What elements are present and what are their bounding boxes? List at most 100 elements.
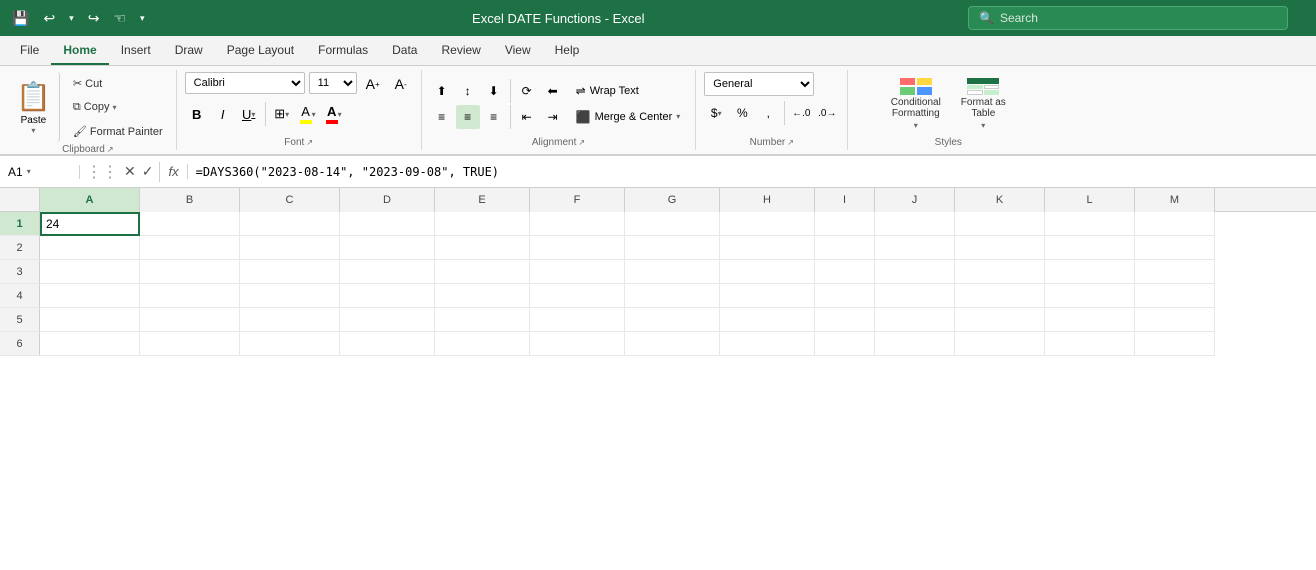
cell-a3[interactable]: [40, 260, 140, 284]
conditional-formatting-button[interactable]: ConditionalFormatting ▾: [883, 74, 949, 134]
decrease-font-button[interactable]: A-: [389, 72, 413, 96]
cell-l3[interactable]: [1045, 260, 1135, 284]
cell-h3[interactable]: [720, 260, 815, 284]
undo-button[interactable]: ↩: [39, 8, 59, 29]
cell-g1[interactable]: [625, 212, 720, 236]
col-header-a[interactable]: A: [40, 188, 140, 212]
number-format-select[interactable]: General Number Currency Accounting Date …: [704, 72, 814, 96]
cell-f6[interactable]: [530, 332, 625, 356]
cell-b1[interactable]: [140, 212, 240, 236]
cell-c2[interactable]: [240, 236, 340, 260]
italic-button[interactable]: I: [211, 102, 235, 126]
cell-k6[interactable]: [955, 332, 1045, 356]
tab-review[interactable]: Review: [429, 37, 492, 65]
cell-b6[interactable]: [140, 332, 240, 356]
tab-file[interactable]: File: [8, 37, 51, 65]
cell-m5[interactable]: [1135, 308, 1215, 332]
increase-indent-button[interactable]: ⇥: [541, 105, 565, 129]
cell-d6[interactable]: [340, 332, 435, 356]
formula-cancel-icon[interactable]: ✕: [124, 163, 136, 180]
tab-formulas[interactable]: Formulas: [306, 37, 380, 65]
cell-g3[interactable]: [625, 260, 720, 284]
border-button[interactable]: ⊞ ▾: [270, 102, 294, 126]
cell-e1[interactable]: [435, 212, 530, 236]
cell-k5[interactable]: [955, 308, 1045, 332]
col-header-h[interactable]: H: [720, 188, 815, 212]
cell-k3[interactable]: [955, 260, 1045, 284]
col-header-c[interactable]: C: [240, 188, 340, 212]
cell-j3[interactable]: [875, 260, 955, 284]
align-left-button[interactable]: ≡: [430, 105, 454, 129]
cell-m3[interactable]: [1135, 260, 1215, 284]
cell-l1[interactable]: [1045, 212, 1135, 236]
cell-j1[interactable]: [875, 212, 955, 236]
cell-c5[interactable]: [240, 308, 340, 332]
tab-help[interactable]: Help: [543, 37, 592, 65]
currency-button[interactable]: $▾: [704, 101, 728, 125]
fill-color-button[interactable]: A ▾: [296, 102, 320, 126]
cell-i4[interactable]: [815, 284, 875, 308]
search-input[interactable]: [1000, 11, 1277, 25]
cell-c3[interactable]: [240, 260, 340, 284]
increase-font-button[interactable]: A+: [361, 72, 385, 96]
number-expand-icon[interactable]: ↗: [787, 138, 794, 147]
percent-button[interactable]: %: [730, 101, 754, 125]
cell-d3[interactable]: [340, 260, 435, 284]
font-color-button[interactable]: A ▾: [322, 102, 346, 126]
row-num-3[interactable]: 3: [0, 260, 40, 284]
tab-view[interactable]: View: [493, 37, 543, 65]
col-header-k[interactable]: K: [955, 188, 1045, 212]
font-size-select[interactable]: 11 8910 121416: [309, 72, 357, 94]
cell-a4[interactable]: [40, 284, 140, 308]
select-all-button[interactable]: [0, 188, 40, 212]
tab-draw[interactable]: Draw: [163, 37, 215, 65]
decrease-indent-button[interactable]: ⇤: [515, 105, 539, 129]
touch-mode-button[interactable]: ☜: [109, 8, 130, 29]
align-bottom-button[interactable]: ⬇: [482, 79, 506, 103]
undo-dropdown[interactable]: ▾: [65, 11, 78, 26]
cell-ref-dropdown[interactable]: ▾: [27, 167, 31, 176]
save-button[interactable]: 💾: [8, 8, 33, 29]
col-header-i[interactable]: I: [815, 188, 875, 212]
cell-l6[interactable]: [1045, 332, 1135, 356]
alignment-expand-icon[interactable]: ↗: [578, 138, 585, 147]
cell-e3[interactable]: [435, 260, 530, 284]
cell-h2[interactable]: [720, 236, 815, 260]
cell-a2[interactable]: [40, 236, 140, 260]
col-header-d[interactable]: D: [340, 188, 435, 212]
format-painter-button[interactable]: 🖌 Format Painter: [68, 120, 168, 142]
formula-fx-label[interactable]: fx: [160, 164, 187, 179]
comma-button[interactable]: ,: [756, 101, 780, 125]
cell-e5[interactable]: [435, 308, 530, 332]
text-direction-button[interactable]: ⟳: [515, 79, 539, 103]
tab-insert[interactable]: Insert: [109, 37, 163, 65]
cell-m2[interactable]: [1135, 236, 1215, 260]
cell-j2[interactable]: [875, 236, 955, 260]
col-header-j[interactable]: J: [875, 188, 955, 212]
cell-j4[interactable]: [875, 284, 955, 308]
cell-i2[interactable]: [815, 236, 875, 260]
cell-b3[interactable]: [140, 260, 240, 284]
cell-g6[interactable]: [625, 332, 720, 356]
row-num-6[interactable]: 6: [0, 332, 40, 356]
bold-button[interactable]: B: [185, 102, 209, 126]
cell-i5[interactable]: [815, 308, 875, 332]
merge-center-button[interactable]: ⬛ Merge & Center ▾: [569, 105, 688, 129]
format-as-table-button[interactable]: Format asTable ▾: [953, 74, 1014, 134]
cell-d1[interactable]: [340, 212, 435, 236]
row-num-4[interactable]: 4: [0, 284, 40, 308]
cell-i6[interactable]: [815, 332, 875, 356]
col-header-e[interactable]: E: [435, 188, 530, 212]
cell-e4[interactable]: [435, 284, 530, 308]
cell-k1[interactable]: [955, 212, 1045, 236]
cell-i3[interactable]: [815, 260, 875, 284]
align-middle-button[interactable]: ↕: [456, 79, 480, 103]
cell-j5[interactable]: [875, 308, 955, 332]
cell-l4[interactable]: [1045, 284, 1135, 308]
cell-g2[interactable]: [625, 236, 720, 260]
cell-c6[interactable]: [240, 332, 340, 356]
col-header-b[interactable]: B: [140, 188, 240, 212]
cell-c4[interactable]: [240, 284, 340, 308]
cell-i1[interactable]: [815, 212, 875, 236]
cell-h1[interactable]: [720, 212, 815, 236]
